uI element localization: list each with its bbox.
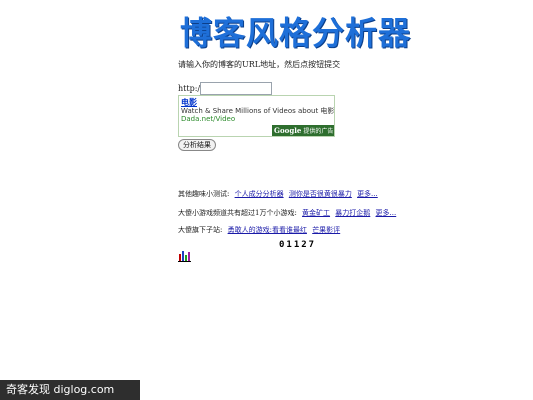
- links-row-label: 大傻旗下子站:: [178, 226, 223, 234]
- links-row-tests: 其他趣味小测试: 个人成分分析器 测你是否很黄很暴力 更多...: [178, 189, 378, 199]
- ads-by-google-badge[interactable]: Google 提供的广告: [272, 125, 334, 136]
- link-gold-miner[interactable]: 黄金矿工: [302, 209, 330, 217]
- analyze-submit-button[interactable]: 分析结果: [178, 139, 216, 151]
- stats-chart-icon[interactable]: [178, 249, 191, 262]
- google-ad-box[interactable]: 电影 Watch & Share Millions of Videos abou…: [178, 95, 335, 137]
- google-logo: Google: [274, 126, 302, 135]
- ad-provider-text: 提供的广告: [303, 128, 334, 135]
- links-row-subsites: 大傻旗下子站: 勇敢人的游戏:看看谁最红 芒果影评: [178, 225, 340, 235]
- links-row-label: 大傻小游戏频道共有超过1万个小游戏:: [178, 209, 297, 217]
- visit-counter: 01127: [279, 240, 317, 250]
- link-more-tests[interactable]: 更多...: [357, 190, 378, 198]
- links-row-label: 其他趣味小测试:: [178, 190, 230, 198]
- link-more-games[interactable]: 更多...: [376, 209, 397, 217]
- watermark: 奇客发现 diglog.com: [0, 380, 140, 400]
- page-title: 博客风格分析器: [180, 14, 412, 52]
- link-mango-reviews[interactable]: 芒果影评: [312, 226, 340, 234]
- links-row-games: 大傻小游戏频道共有超过1万个小游戏: 黄金矿工 暴力打企鹅 更多...: [178, 208, 396, 218]
- instruction-text: 请输入你的博客的URL地址，然后点按钮提交: [178, 60, 341, 69]
- ad-url[interactable]: Dada.net/Video: [181, 115, 235, 123]
- link-personality-analyzer[interactable]: 个人成分分析器: [235, 190, 284, 198]
- blog-url-input[interactable]: [200, 82, 272, 95]
- link-brave-game[interactable]: 勇敢人的游戏:看看谁最红: [228, 226, 307, 234]
- link-penguin-game[interactable]: 暴力打企鹅: [335, 209, 370, 217]
- link-yellow-violent-test[interactable]: 测你是否很黄很暴力: [289, 190, 352, 198]
